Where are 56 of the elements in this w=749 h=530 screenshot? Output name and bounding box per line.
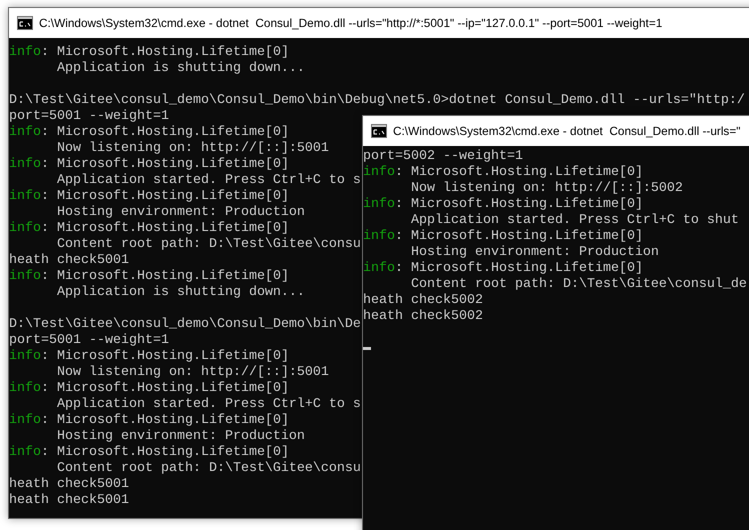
log-detail: Hosting environment: Production bbox=[56, 205, 305, 221]
log-message: : Microsoft.Hosting.Lifetime[0] bbox=[395, 261, 643, 277]
log-message: : Microsoft.Hosting.Lifetime[0] bbox=[41, 189, 289, 205]
log-message: : Microsoft.Hosting.Lifetime[0] bbox=[41, 157, 289, 173]
log-message: : Microsoft.Hosting.Lifetime[0] bbox=[41, 269, 289, 285]
log-level-label: info bbox=[9, 221, 41, 237]
log-message: : Microsoft.Hosting.Lifetime[0] bbox=[41, 349, 289, 365]
console-icon bbox=[371, 124, 387, 138]
log-message: : Microsoft.Hosting.Lifetime[0] bbox=[395, 229, 643, 245]
console-line: heath check5001 bbox=[9, 253, 129, 269]
log-level-label: info bbox=[9, 189, 41, 205]
log-level-label: info bbox=[9, 381, 41, 397]
console-line: port=5002 --weight=1 bbox=[363, 149, 523, 165]
console-line: heath check5001 bbox=[9, 477, 129, 493]
log-level-label: info bbox=[9, 413, 41, 429]
log-message: : Microsoft.Hosting.Lifetime[0] bbox=[41, 221, 289, 237]
console-line: heath check5002 bbox=[363, 309, 483, 325]
log-message: : Microsoft.Hosting.Lifetime[0] bbox=[41, 45, 289, 61]
console-line: heath check5001 bbox=[9, 493, 129, 509]
console-line: port=5001 --weight=1 bbox=[9, 333, 169, 349]
window-title: C:\Windows\System32\cmd.exe - dotnet Consul_Demo.dll --urls="http://*:5001" --ip="127.0.0.1" --port=5001 --weight=1 bbox=[39, 16, 662, 30]
log-message: : Microsoft.Hosting.Lifetime[0] bbox=[395, 197, 643, 213]
log-level-label: info bbox=[363, 197, 395, 213]
log-detail: Application started. Press Ctrl+C to s bbox=[56, 397, 361, 413]
log-message: : Microsoft.Hosting.Lifetime[0] bbox=[41, 445, 289, 461]
window-title: C:\Windows\System32\cmd.exe - dotnet Consul_Demo.dll --urls=" bbox=[393, 124, 740, 138]
log-level-label: info bbox=[9, 269, 41, 285]
log-level-label: info bbox=[9, 349, 41, 365]
log-detail: Hosting environment: Production bbox=[410, 245, 659, 261]
log-message: : Microsoft.Hosting.Lifetime[0] bbox=[41, 413, 289, 429]
log-level-label: info bbox=[9, 125, 41, 141]
log-level-label: info bbox=[363, 261, 395, 277]
log-level-label: info bbox=[363, 229, 395, 245]
log-detail: Application is shutting down... bbox=[56, 285, 305, 301]
log-detail: Application is shutting down... bbox=[56, 61, 305, 77]
log-detail: Hosting environment: Production bbox=[56, 429, 305, 445]
log-level-label: info bbox=[9, 45, 41, 61]
console-icon bbox=[17, 16, 33, 30]
log-message: : Microsoft.Hosting.Lifetime[0] bbox=[41, 125, 289, 141]
log-detail: Now listening on: http://[::]:5001 bbox=[56, 365, 329, 381]
log-detail: Content root path: D:\Test\Gitee\consu bbox=[56, 461, 361, 477]
log-message: : Microsoft.Hosting.Lifetime[0] bbox=[41, 381, 289, 397]
log-detail: Now listening on: http://[::]:5001 bbox=[56, 141, 329, 157]
console-line: D:\Test\Gitee\consul_demo\Consul_Demo\bin\Debug\net5.0>dotnet Consul_Demo.dll --urls="http:/ bbox=[9, 93, 745, 109]
log-detail: Content root path: D:\Test\Gitee\consul_de bbox=[410, 277, 747, 293]
log-detail: Now listening on: http://[::]:5002 bbox=[410, 181, 683, 197]
console-line: D:\Test\Gitee\consul_demo\Consul_Demo\bin\De bbox=[9, 317, 361, 333]
log-level-label: info bbox=[363, 165, 395, 181]
console-line: heath check5002 bbox=[363, 293, 483, 309]
log-detail: Application started. Press Ctrl+C to s bbox=[56, 173, 361, 189]
log-message: : Microsoft.Hosting.Lifetime[0] bbox=[395, 165, 643, 181]
console-line: port=5001 --weight=1 bbox=[9, 109, 169, 125]
log-detail: Application started. Press Ctrl+C to shut bbox=[410, 213, 739, 229]
log-level-label: info bbox=[9, 157, 41, 173]
log-level-label: info bbox=[9, 445, 41, 461]
log-detail: Content root path: D:\Test\Gitee\consu bbox=[56, 237, 361, 253]
